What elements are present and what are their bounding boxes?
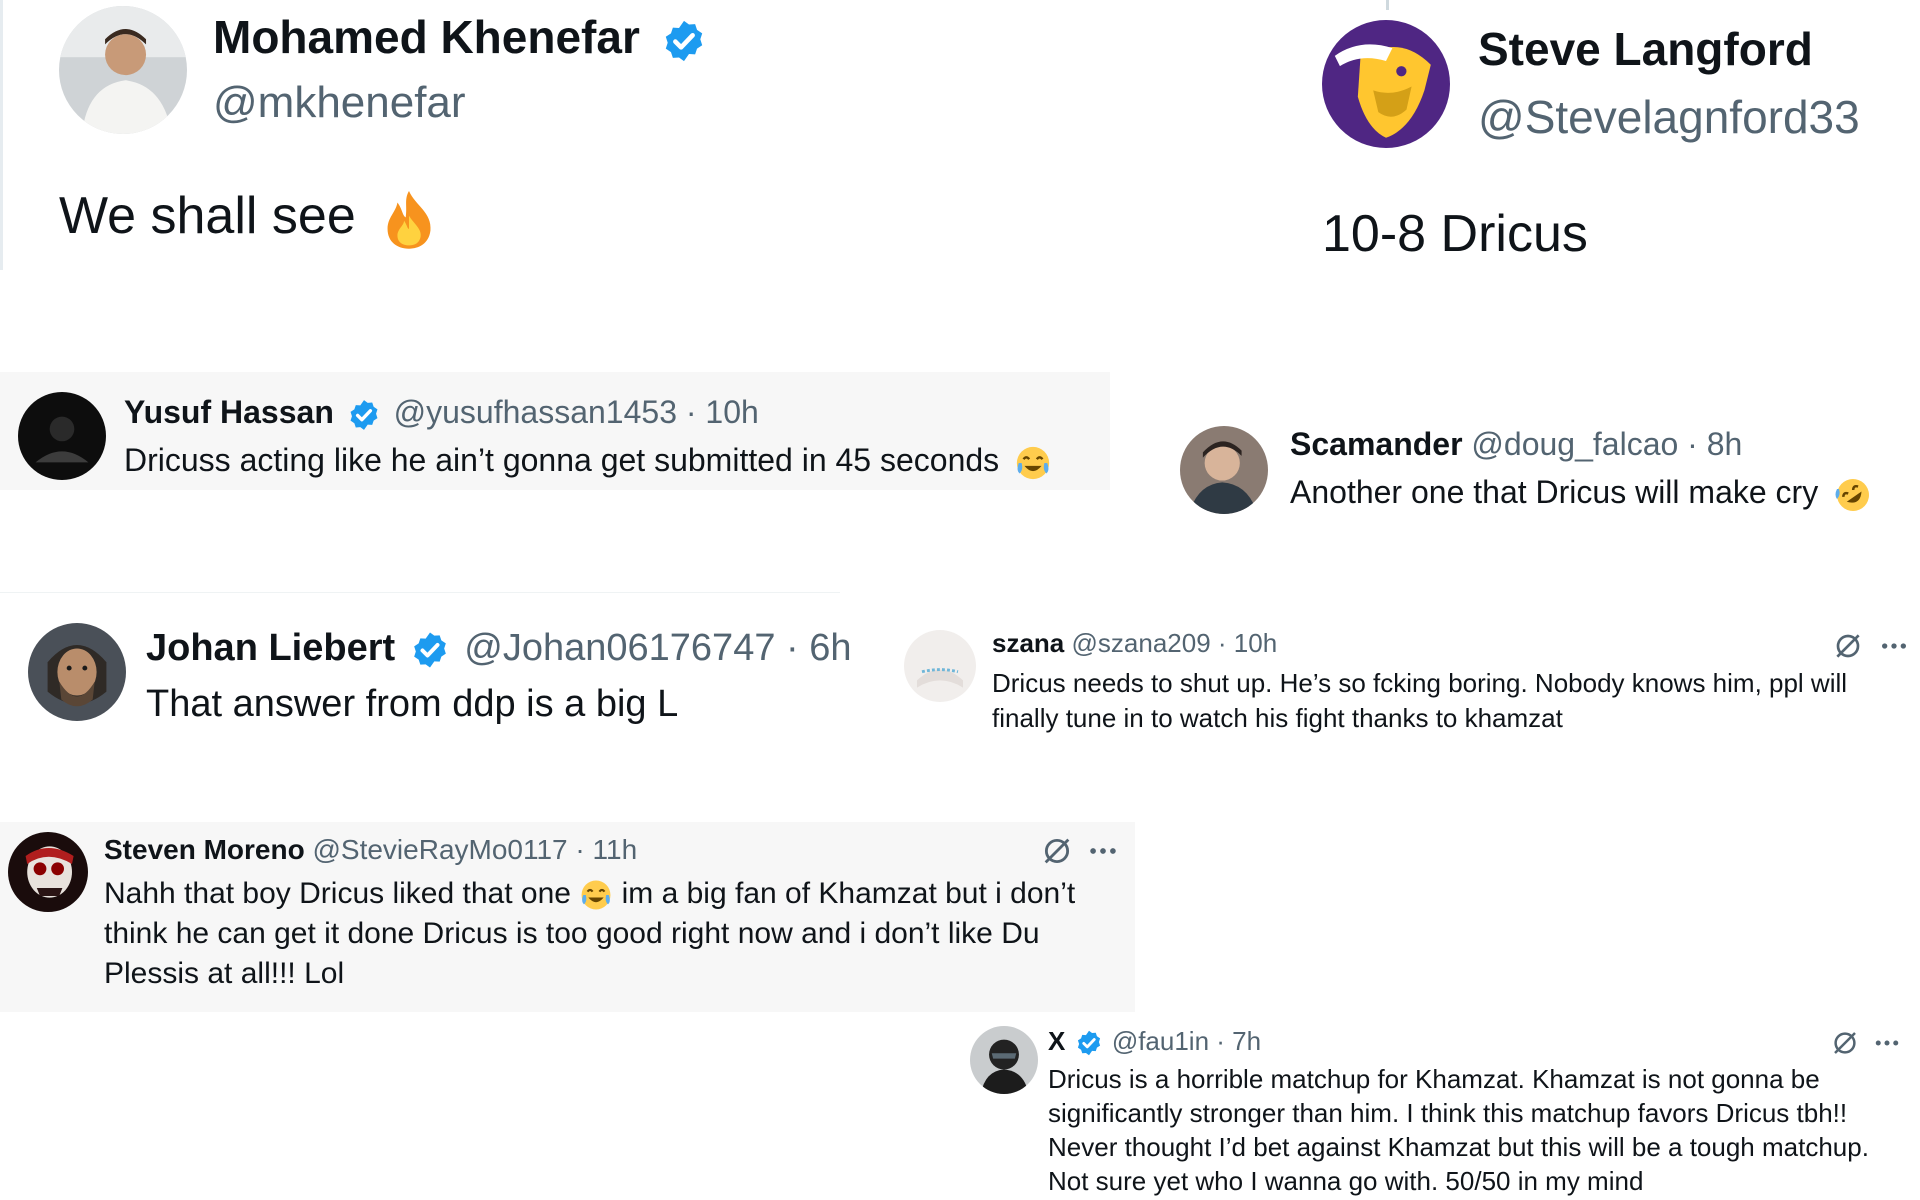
- verified-badge-icon: [661, 18, 707, 64]
- avatar-image: [8, 832, 88, 912]
- avatar[interactable]: [8, 832, 88, 912]
- tweet-actions: [1040, 834, 1120, 868]
- avatar-image: [18, 392, 106, 480]
- avatar-image: [28, 623, 126, 721]
- grok-icon[interactable]: [1830, 1028, 1860, 1058]
- timestamp[interactable]: · 7h: [1216, 1026, 1261, 1056]
- avatar-image: [59, 6, 187, 134]
- avatar-image: [1322, 20, 1450, 148]
- tweet-card-steve[interactable]: Steve Langford @Stevelagnford33 10-8 Dri…: [1300, 0, 1920, 270]
- avatar-image: [904, 630, 976, 702]
- display-name[interactable]: Steve Langford: [1478, 22, 1813, 76]
- handle[interactable]: @StevieRayMo0117: [312, 834, 567, 865]
- tweet-actions: [1830, 1028, 1902, 1058]
- more-icon[interactable]: [1872, 1028, 1902, 1058]
- thread-line: [1386, 0, 1389, 10]
- avatar[interactable]: [904, 630, 976, 702]
- tweet-text: We shall see: [59, 187, 356, 245]
- fire-emoji: [376, 186, 442, 252]
- display-name[interactable]: Steven Moreno: [104, 834, 305, 865]
- display-name[interactable]: Johan Liebert: [146, 627, 395, 669]
- tweet-text: Dricus is a horrible matchup for Khamzat…: [1048, 1064, 1869, 1196]
- handle[interactable]: @szana209: [1072, 628, 1211, 658]
- more-icon[interactable]: [1878, 630, 1910, 662]
- display-name[interactable]: Mohamed Khenefar: [213, 11, 640, 63]
- tweet-card-x[interactable]: X @fau1in · 7h Dricus is a horrible matc…: [960, 1016, 1920, 1200]
- tweet-card-steven[interactable]: Steven Moreno @StevieRayMo0117 · 11h Nah…: [0, 822, 1135, 1012]
- tears-of-joy-emoji: [1014, 444, 1052, 482]
- rofl-emoji: [1833, 475, 1873, 515]
- avatar[interactable]: [970, 1026, 1038, 1094]
- tweet-text: 10-8 Dricus: [1322, 205, 1588, 263]
- timestamp[interactable]: · 11h: [575, 834, 637, 865]
- avatar[interactable]: [59, 6, 187, 134]
- timestamp[interactable]: · 10h: [1218, 628, 1277, 658]
- tweet-card-scamander[interactable]: Scamander @doug_falcao · 8h Another one …: [1170, 418, 1920, 528]
- handle[interactable]: @Stevelagnford33: [1478, 90, 1860, 144]
- tweet-card-szana[interactable]: szana @szana209 · 10h Dricus needs to sh…: [900, 620, 1920, 750]
- tweet-text: Dricus needs to shut up. He’s so fcking …: [992, 668, 1848, 733]
- verified-badge-icon: [347, 398, 381, 432]
- timestamp[interactable]: · 10h: [686, 394, 759, 430]
- more-icon[interactable]: [1086, 834, 1120, 868]
- display-name[interactable]: szana: [992, 628, 1064, 658]
- avatar-image: [970, 1026, 1038, 1094]
- avatar[interactable]: [1180, 426, 1268, 514]
- timestamp[interactable]: · 8h: [1687, 426, 1742, 462]
- tweet-text-part-1: Nahh that boy Dricus liked that one: [104, 877, 571, 910]
- handle[interactable]: @Johan06176747: [464, 627, 775, 669]
- tweet-text: Dricuss acting like he ain’t gonna get s…: [124, 442, 1000, 478]
- tweet-card-johan[interactable]: Johan Liebert @Johan06176747 · 6h That a…: [0, 592, 852, 742]
- grok-icon[interactable]: [1040, 834, 1074, 868]
- display-name[interactable]: Yusuf Hassan: [124, 394, 334, 430]
- display-name[interactable]: X: [1048, 1026, 1065, 1056]
- verified-badge-icon: [1075, 1029, 1103, 1057]
- avatar[interactable]: [18, 392, 106, 480]
- tweet-card-yusuf[interactable]: Yusuf Hassan @yusufhassan1453 · 10h Dric…: [0, 372, 1110, 490]
- tweet-text: Another one that Dricus will make cry: [1290, 474, 1819, 510]
- tweet-card-mohamed[interactable]: Mohamed Khenefar @mkhenefar We shall see: [0, 0, 760, 270]
- timestamp[interactable]: · 6h: [786, 627, 851, 669]
- display-name[interactable]: Scamander: [1290, 426, 1463, 462]
- tweet-actions: [1832, 630, 1910, 662]
- handle[interactable]: @yusufhassan1453: [394, 394, 677, 430]
- handle[interactable]: @fau1in: [1112, 1026, 1209, 1056]
- handle[interactable]: @doug_falcao: [1471, 426, 1678, 462]
- verified-badge-icon: [410, 630, 450, 670]
- grok-icon[interactable]: [1832, 630, 1864, 662]
- tweet-text: That answer from ddp is a big L: [146, 683, 679, 725]
- avatar[interactable]: [1322, 20, 1450, 148]
- tweet-text: Nahh that boy Dricus liked that one im a…: [104, 874, 1114, 994]
- handle[interactable]: @mkhenefar: [213, 78, 466, 128]
- avatar[interactable]: [28, 623, 126, 721]
- tears-of-joy-emoji: [579, 878, 613, 912]
- avatar-image: [1180, 426, 1268, 514]
